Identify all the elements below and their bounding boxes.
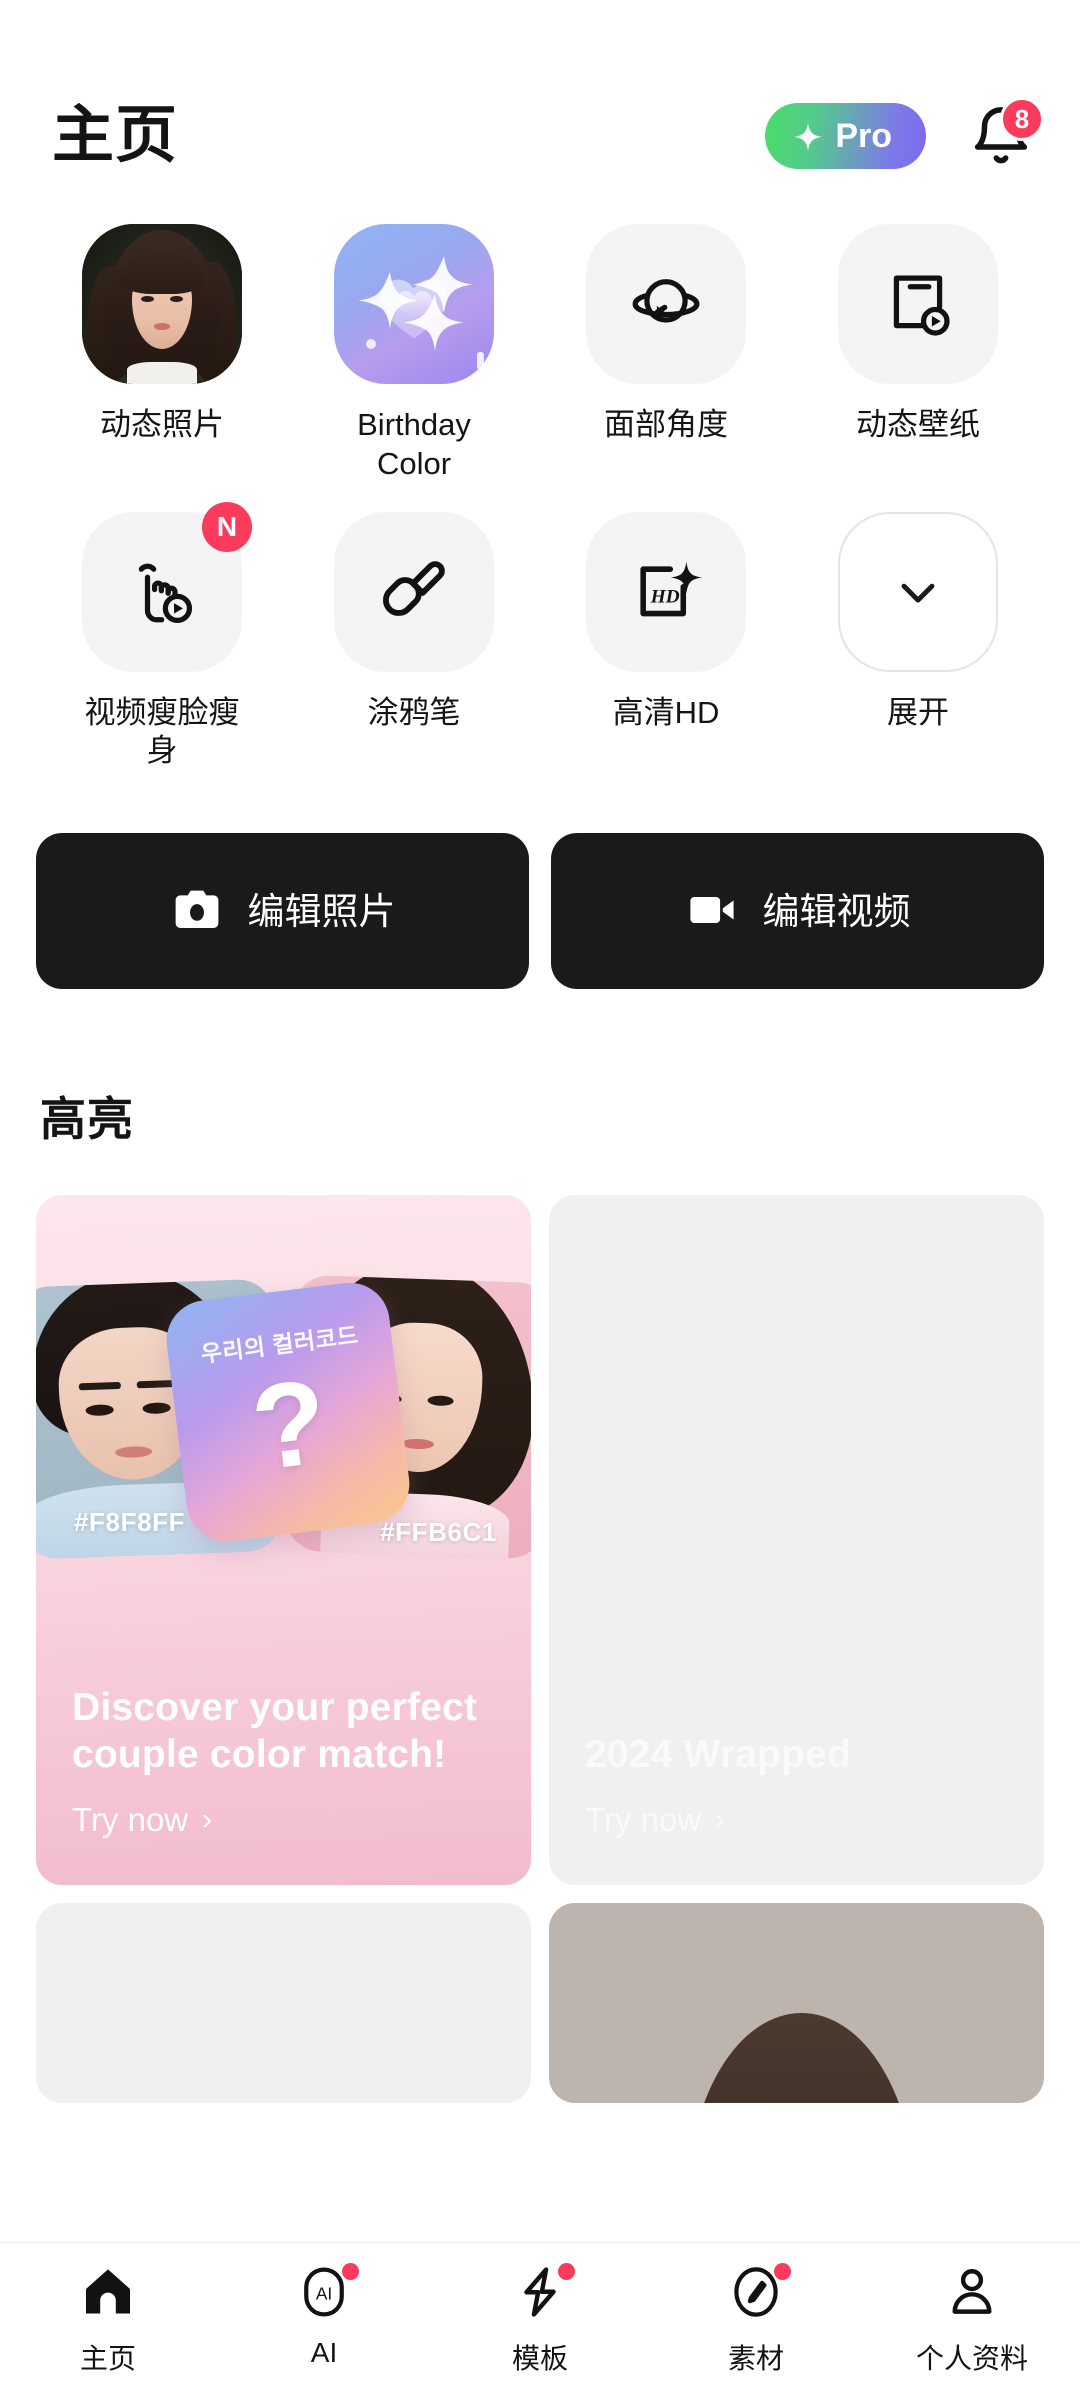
feature-tile-live-photo[interactable]: 动态照片 bbox=[36, 224, 288, 484]
nav-item-materials[interactable]: 素材 bbox=[648, 2263, 864, 2377]
nav-item-templates[interactable]: 模板 bbox=[432, 2263, 648, 2377]
feature-tile-hd[interactable]: HD 高清HD bbox=[540, 511, 792, 772]
card-cta-label: Try now bbox=[585, 1801, 702, 1838]
notifications-button[interactable]: 8 bbox=[968, 97, 1044, 169]
highlight-card-placeholder-right[interactable] bbox=[549, 1903, 1044, 2103]
pro-upgrade-button[interactable]: Pro bbox=[765, 103, 926, 169]
card-headline: Discover your perfect couple color match… bbox=[72, 1686, 478, 1777]
feature-tile-label: Birthday Color bbox=[357, 407, 471, 481]
chevron-right-icon: › bbox=[202, 1803, 213, 1836]
nav-label: 素材 bbox=[727, 2343, 784, 2374]
card-headline: 2024 Wrapped bbox=[585, 1733, 852, 1777]
highlight-card-2024-wrapped[interactable]: 2024 Wrapped Try now › bbox=[549, 1195, 1044, 1885]
card-cta[interactable]: Try now › bbox=[72, 1801, 503, 1839]
hd-sparkle-icon: HD bbox=[586, 511, 746, 672]
nav-notification-dot bbox=[774, 2263, 791, 2280]
edit-photo-label: 编辑照片 bbox=[247, 890, 396, 932]
highlights-section-title: 高亮 bbox=[40, 1093, 134, 1145]
new-badge: N bbox=[202, 501, 252, 552]
feature-tile-label: 动态壁纸 bbox=[856, 407, 980, 442]
bottom-navigation: 主页 AI AI 模板 素材 个人资料 bbox=[0, 2242, 1080, 2400]
nav-label: AI bbox=[310, 2337, 338, 2368]
notification-badge: 8 bbox=[1000, 97, 1044, 141]
feature-tile-label: 展开 bbox=[887, 694, 949, 730]
feature-tile-expand[interactable]: 展开 bbox=[792, 511, 1044, 772]
nav-notification-dot bbox=[342, 2263, 359, 2280]
portrait-photo-icon bbox=[82, 224, 242, 384]
nav-item-home[interactable]: 主页 bbox=[0, 2265, 216, 2377]
header-actions: Pro 8 bbox=[765, 97, 1044, 169]
chevron-right-icon: › bbox=[715, 1803, 726, 1836]
page-title: 主页 bbox=[52, 101, 179, 170]
card-copy: Discover your perfect couple color match… bbox=[72, 1685, 503, 1839]
highlights-card-grid-row2 bbox=[0, 1885, 1080, 2103]
feature-tile-face-angle[interactable]: 面部角度 bbox=[540, 224, 792, 484]
highlight-card-placeholder-left[interactable] bbox=[36, 1903, 531, 2103]
nav-label: 模板 bbox=[511, 2343, 568, 2374]
nav-label: 个人资料 bbox=[915, 2343, 1028, 2374]
person-icon bbox=[944, 2264, 1000, 2325]
mystery-color-card: 우리의 컬러코드 ? bbox=[161, 1278, 414, 1546]
couple-scene-illustration: 우리의 컬러코드 ? #F8F8FF #FFB6C1 bbox=[36, 1195, 531, 1635]
primary-actions: 编辑照片 编辑视频 bbox=[0, 771, 1080, 989]
feature-tile-birthday-color[interactable]: Birthday Color bbox=[288, 224, 540, 484]
nav-item-profile[interactable]: 个人资料 bbox=[864, 2265, 1080, 2377]
svg-text:AI: AI bbox=[316, 2283, 332, 2303]
feature-tile-label: 视频瘦脸瘦身 bbox=[84, 694, 240, 769]
feature-tile-live-wallpaper[interactable]: 动态壁纸 bbox=[792, 224, 1044, 484]
nav-notification-dot bbox=[558, 2263, 575, 2280]
chevron-down-icon bbox=[838, 511, 998, 672]
svg-text:HD: HD bbox=[650, 586, 680, 607]
highlight-card-couple-color[interactable]: 우리의 컬러코드 ? #F8F8FF #FFB6C1 Discover your… bbox=[36, 1195, 531, 1885]
face-rotate-icon bbox=[586, 224, 746, 384]
home-icon bbox=[80, 2264, 136, 2325]
nav-item-ai[interactable]: AI AI bbox=[216, 2263, 432, 2369]
feature-tile-label: 动态照片 bbox=[100, 407, 224, 442]
touch-gesture-play-icon: N bbox=[82, 501, 252, 672]
status-bar-spacer bbox=[0, 0, 1080, 76]
card-cta-label: Try now bbox=[72, 1801, 189, 1838]
edit-video-label: 编辑视频 bbox=[762, 890, 911, 932]
card-cta[interactable]: Try now › bbox=[585, 1801, 1016, 1839]
camera-icon bbox=[170, 883, 224, 940]
hex-code-right: #FFB6C1 bbox=[380, 1517, 497, 1547]
question-mark-symbol: ? bbox=[244, 1353, 334, 1496]
sparkle-icon bbox=[793, 121, 823, 151]
feature-tile-label: 高清HD bbox=[612, 694, 720, 730]
edit-photo-button[interactable]: 编辑照片 bbox=[36, 833, 529, 989]
nav-label: 主页 bbox=[79, 2343, 136, 2374]
heart-sparkle-icon bbox=[334, 224, 494, 384]
page-header: 主页 Pro 8 bbox=[0, 76, 1080, 196]
feature-tile-label: 涂鸦笔 bbox=[367, 694, 461, 730]
edit-video-button[interactable]: 编辑视频 bbox=[551, 833, 1044, 989]
highlights-card-grid: 우리의 컬러코드 ? #F8F8FF #FFB6C1 Discover your… bbox=[0, 1149, 1080, 1885]
pro-label: Pro bbox=[835, 117, 892, 155]
feature-tile-label: 面部角度 bbox=[604, 407, 728, 442]
card-copy: 2024 Wrapped Try now › bbox=[585, 1732, 1016, 1839]
feature-tile-video-slim[interactable]: N 视频瘦脸瘦身 bbox=[36, 501, 288, 772]
paint-brush-icon bbox=[334, 511, 494, 672]
feature-grid: 动态照片 Birthday Color 面部角度 动态壁纸 N 视频瘦脸瘦身 涂… bbox=[0, 196, 1080, 771]
video-camera-icon bbox=[685, 883, 739, 940]
phone-play-icon bbox=[838, 224, 998, 384]
hex-code-left: #F8F8FF bbox=[74, 1507, 186, 1537]
feature-tile-doodle-pen[interactable]: 涂鸦笔 bbox=[288, 511, 540, 772]
